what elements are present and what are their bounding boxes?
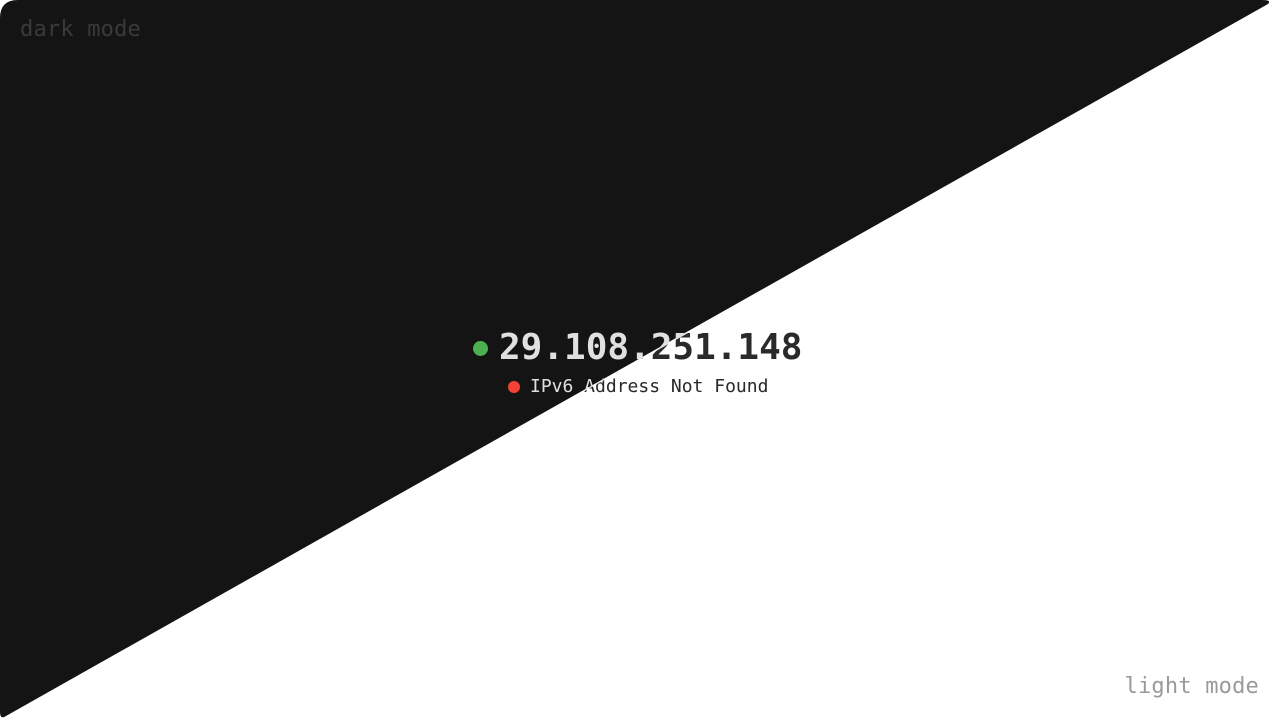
ipv6-status-dot <box>508 381 520 393</box>
theme-split-stage: dark mode light mode 29.108.251.148 IPv6… <box>0 0 1280 720</box>
light-mode-label[interactable]: light mode <box>1125 676 1259 698</box>
dark-mode-label[interactable]: dark mode <box>20 19 141 41</box>
ipv4-status-dot <box>473 340 488 356</box>
